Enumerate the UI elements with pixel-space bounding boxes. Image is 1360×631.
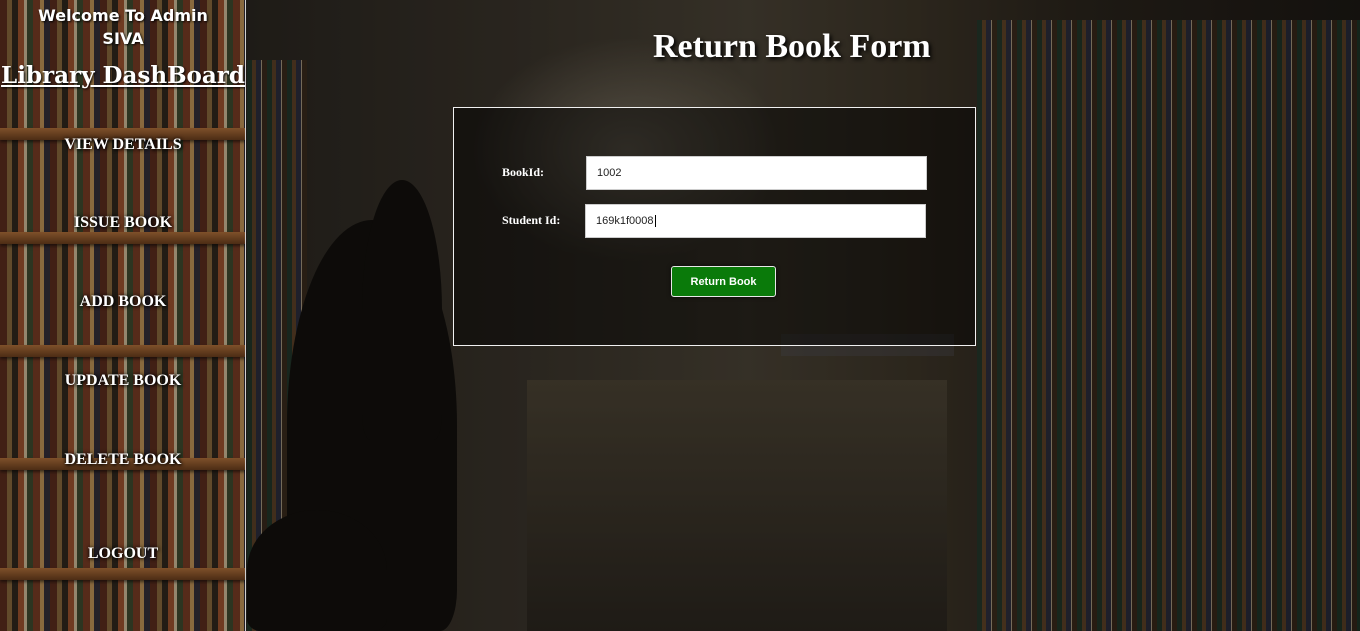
sidebar-shade (0, 0, 245, 631)
nav-logout[interactable]: LOGOUT (0, 545, 245, 563)
sidebar: Welcome To Admin SIVA Library DashBoard … (0, 0, 246, 631)
welcome-text: Welcome To Admin (38, 6, 208, 25)
admin-name: SIVA (102, 29, 144, 48)
student-id-label: Student Id: (502, 213, 561, 227)
text-cursor (654, 215, 656, 227)
nav-delete-book[interactable]: DELETE BOOK (0, 451, 245, 469)
book-id-label: BookId: (502, 165, 545, 179)
nav-add-book[interactable]: ADD BOOK (0, 293, 245, 311)
return-book-form: BookId: 1002 Student Id: 169k1f0008 Retu… (453, 107, 976, 346)
welcome-message: Welcome To Admin SIVA (0, 4, 245, 50)
dashboard-title[interactable]: Library DashBoard (0, 62, 245, 89)
student-id-input[interactable]: 169k1f0008 (585, 204, 926, 238)
book-id-value: 1002 (597, 167, 622, 179)
student-id-value: 169k1f0008 (596, 215, 654, 227)
nav-view-details[interactable]: VIEW DETAILS (0, 136, 245, 154)
book-id-input[interactable]: 1002 (586, 156, 927, 190)
nav-issue-book[interactable]: ISSUE BOOK (0, 214, 245, 232)
nav-update-book[interactable]: UPDATE BOOK (0, 372, 245, 390)
page-title: Return Book Form (653, 28, 931, 65)
return-book-button[interactable]: Return Book (671, 266, 776, 297)
